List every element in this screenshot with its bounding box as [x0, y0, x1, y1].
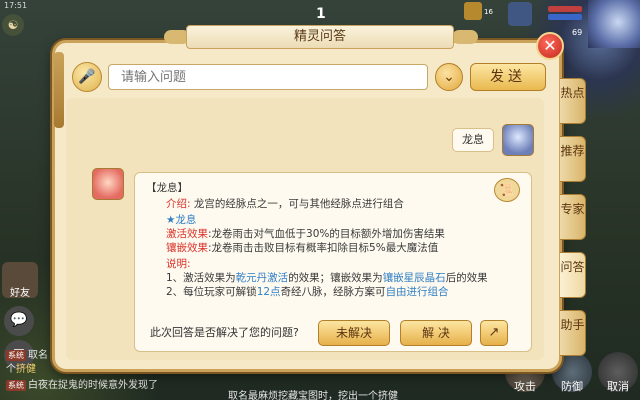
title-decoration-right — [452, 30, 478, 44]
tab-assistant[interactable]: 助手 — [560, 310, 586, 356]
chevron-down-icon[interactable]: ⌄ — [435, 63, 463, 91]
microphone-icon[interactable]: 🎤 — [72, 62, 102, 92]
chat-line-4: 取名最麻烦挖藏宝图时，挖出一个挤健 — [228, 391, 398, 400]
top-count: 16 — [484, 8, 493, 16]
tab-expert[interactable]: 专家 — [560, 194, 586, 240]
friend-button[interactable]: 好友 — [2, 262, 38, 299]
answer-intro: 介绍: 龙宫的经脉点之一，可与其他经脉点进行组合 — [166, 198, 404, 210]
resolved-button[interactable]: 解 决 — [400, 320, 472, 346]
hp-bar — [548, 6, 582, 12]
resolved-question: 此次回答是否解决了您的问题? — [150, 326, 299, 339]
dialog-title: 精灵问答 — [186, 25, 454, 49]
friend-label: 好友 — [10, 288, 30, 299]
tab-qa[interactable]: 问答 — [560, 252, 586, 298]
tab-recommend[interactable]: 推荐 — [560, 136, 586, 182]
chat-bubble-icon[interactable]: 💬 — [4, 306, 34, 336]
top-number: 1 — [316, 6, 326, 22]
answer-note-2: 2、每位玩家可解锁12点奇经八脉，经脉方案可自由进行组合 — [166, 286, 449, 298]
answer-star-name: ★龙息 — [166, 214, 197, 226]
mp-bar — [548, 14, 582, 20]
user-question-bubble: 龙息 — [452, 128, 494, 152]
pet-avatar[interactable] — [508, 2, 532, 26]
player-portrait[interactable] — [588, 0, 640, 48]
answer-note-label: 说明: — [166, 258, 191, 270]
share-icon[interactable]: ↗ — [480, 320, 508, 346]
buff-icon[interactable] — [464, 2, 482, 20]
tab-hot[interactable]: 热点 — [560, 78, 586, 124]
answer-header: 【龙息】 — [146, 182, 188, 194]
unresolved-button[interactable]: 未解决 — [318, 320, 390, 346]
close-button[interactable]: ✕ — [536, 32, 564, 60]
chat-line-3: 系统 白夜在捉鬼的时候意外发现了 — [6, 380, 158, 391]
assistant-avatar — [92, 168, 124, 200]
send-button[interactable]: 发送 — [470, 63, 546, 91]
tassel-decoration — [54, 52, 64, 128]
scroll-icon[interactable]: 📜 — [494, 178, 520, 202]
status-time: 17:51 — [4, 1, 28, 10]
chat-channel-tag: 系统 — [6, 380, 26, 391]
map-icon[interactable]: ☯ — [2, 14, 24, 36]
user-avatar — [502, 124, 534, 156]
player-level: 69 — [572, 28, 583, 37]
answer-note-1: 1、激活效果为乾元丹激活的效果；镶嵌效果为镶嵌星辰晶石后的效果 — [166, 272, 488, 284]
cancel-button[interactable]: 取消 — [598, 352, 638, 393]
chat-line-2: 个挤健 — [6, 364, 36, 375]
answer-activate: 激活效果:龙卷雨击对气血低于30%的目标额外增加伤害结果 — [166, 228, 445, 240]
answer-inlay: 镶嵌效果:龙卷雨击击败目标有概率扣除目标5%最大魔法值 — [166, 242, 439, 254]
chat-line-1: 系统 取名 — [6, 350, 48, 361]
question-input[interactable] — [108, 64, 428, 90]
